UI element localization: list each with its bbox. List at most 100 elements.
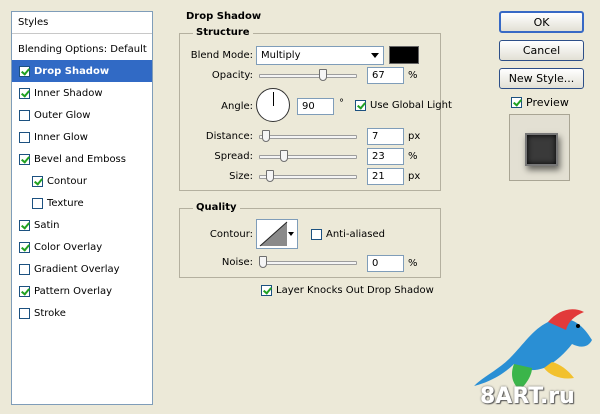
drop-shadow-title: Drop Shadow [186,11,262,22]
style-item-checkbox[interactable] [19,109,30,121]
style-item-label: Inner Glow [34,131,88,143]
style-item-label: Color Overlay [34,241,103,253]
style-item-label: Contour [47,175,87,187]
style-item-inner-shadow[interactable]: Inner Shadow [12,82,152,104]
size-unit: px [408,171,421,182]
noise-unit: % [408,258,418,269]
style-item-contour[interactable]: Contour [12,170,152,192]
style-item-bevel-and-emboss[interactable]: Bevel and Emboss [12,148,152,170]
style-preview-thumbnail [509,114,570,181]
style-item-label: Stroke [34,307,66,319]
style-item-label: Texture [47,197,84,209]
styles-header: Styles [12,12,152,34]
style-item-label: Satin [34,219,60,231]
spread-slider[interactable] [259,155,357,159]
style-item-checkbox[interactable] [19,263,30,275]
style-item-color-overlay[interactable]: Color Overlay [12,236,152,258]
blend-mode-value: Multiply [261,50,301,61]
knockout-box[interactable] [261,285,272,296]
chevron-down-icon[interactable] [288,232,294,236]
contour-preview-icon [259,221,288,247]
knockout-label: Layer Knocks Out Drop Shadow [276,285,434,296]
distance-input[interactable]: 7 [367,128,404,145]
anti-aliased-checkbox[interactable]: Anti-aliased [311,229,385,240]
chevron-down-icon [371,53,379,58]
style-item-inner-glow[interactable]: Inner Glow [12,126,152,148]
cancel-button[interactable]: Cancel [499,40,584,61]
style-item-label: Gradient Overlay [34,263,120,275]
style-item-checkbox[interactable] [19,131,30,143]
opacity-label: Opacity: [211,70,253,81]
distance-unit: px [408,131,421,142]
parrot-logo-icon [474,309,592,390]
noise-slider[interactable] [259,261,357,265]
opacity-slider-thumb[interactable] [319,69,328,81]
styles-list: Styles Blending Options: Default Drop Sh… [11,11,153,405]
watermark-text: 8ART.ru [480,384,575,409]
use-global-light-label: Use Global Light [370,100,452,111]
contour-label: Contour: [209,229,253,240]
style-item-label: Pattern Overlay [34,285,113,297]
size-label: Size: [229,171,253,182]
structure-title: Structure [193,27,253,38]
shadow-color-swatch[interactable] [389,46,419,64]
style-item-label: Outer Glow [34,109,91,121]
spread-slider-thumb[interactable] [279,150,288,162]
style-item-checkbox[interactable] [19,65,30,77]
anti-aliased-box[interactable] [311,229,322,240]
use-global-light-checkbox[interactable]: Use Global Light [355,100,452,111]
style-item-satin[interactable]: Satin [12,214,152,236]
preview-label: Preview [526,96,569,109]
opacity-unit: % [408,70,418,81]
blend-mode-dropdown[interactable]: Multiply [256,46,384,65]
styles-title: Styles [18,17,49,28]
preview-box[interactable] [511,97,522,108]
angle-dial[interactable] [256,88,290,122]
size-slider-thumb[interactable] [266,170,275,182]
style-item-texture[interactable]: Texture [12,192,152,214]
opacity-slider[interactable] [259,74,357,78]
noise-label: Noise: [221,257,253,268]
noise-slider-thumb[interactable] [259,256,267,268]
style-item-pattern-overlay[interactable]: Pattern Overlay [12,280,152,302]
style-item-checkbox[interactable] [32,175,43,187]
style-item-drop-shadow[interactable]: Drop Shadow [12,60,152,82]
noise-input[interactable]: 0 [367,255,404,272]
new-style-button[interactable]: New Style... [499,68,584,89]
style-item-checkbox[interactable] [19,307,30,319]
quality-title: Quality [193,202,240,213]
size-input[interactable]: 21 [367,168,404,185]
preview-checkbox[interactable]: Preview [511,96,569,109]
ok-button[interactable]: OK [499,11,584,33]
contour-picker[interactable] [256,219,298,249]
style-item-gradient-overlay[interactable]: Gradient Overlay [12,258,152,280]
style-item-stroke[interactable]: Stroke [12,302,152,324]
style-item-label: Bevel and Emboss [34,153,126,165]
style-item-outer-glow[interactable]: Outer Glow [12,104,152,126]
angle-needle [273,92,274,106]
use-global-light-box[interactable] [355,100,366,111]
style-item-label: Drop Shadow [34,65,110,77]
blending-options-item[interactable]: Blending Options: Default [12,38,152,60]
angle-label: Angle: [221,101,253,112]
distance-slider[interactable] [259,135,357,139]
angle-unit: ° [339,98,344,109]
style-item-checkbox[interactable] [19,219,30,231]
style-item-checkbox[interactable] [19,87,30,99]
blend-mode-label: Blend Mode: [190,50,253,61]
spread-unit: % [408,151,418,162]
opacity-input[interactable]: 67 [367,67,404,84]
style-item-checkbox[interactable] [19,153,30,165]
spread-label: Spread: [214,151,253,162]
distance-label: Distance: [205,131,253,142]
distance-slider-thumb[interactable] [261,130,270,142]
spread-input[interactable]: 23 [367,148,404,165]
style-item-checkbox[interactable] [19,285,30,297]
blending-options-label: Blending Options: Default [18,43,147,55]
angle-input[interactable]: 90 [297,98,334,115]
knockout-checkbox[interactable]: Layer Knocks Out Drop Shadow [261,285,434,296]
anti-aliased-label: Anti-aliased [326,229,386,240]
style-item-label: Inner Shadow [34,87,103,99]
style-item-checkbox[interactable] [19,241,30,253]
style-item-checkbox[interactable] [32,197,43,209]
